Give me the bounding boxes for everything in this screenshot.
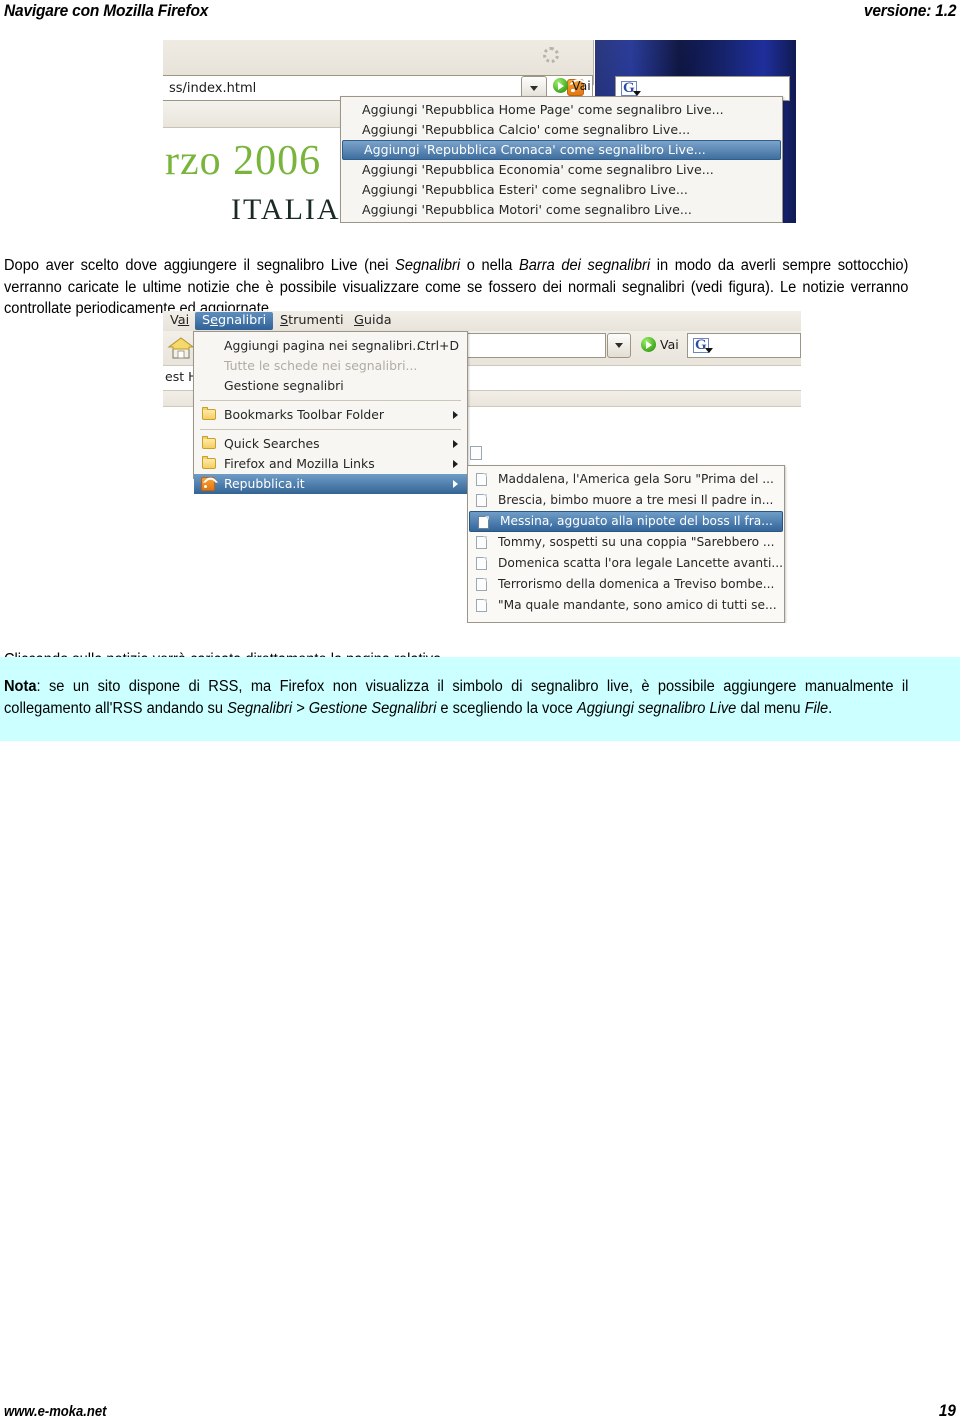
news-item-selected[interactable]: Messina, agguato alla nipote del boss Il… <box>469 511 783 532</box>
go-button[interactable]: Vai <box>553 78 591 93</box>
menu-item-label: Bookmarks Toolbar Folder <box>224 407 385 422</box>
search-box-2[interactable]: G <box>687 333 801 358</box>
address-bar-text: ss/index.html <box>169 80 257 96</box>
menu-item-label: Firefox and Mozilla Links <box>224 456 375 471</box>
chevron-down-icon <box>615 343 623 348</box>
firefox-menubar: Vai Segnalibri Strumenti Guida <box>163 311 801 331</box>
menu-item-bookmark-all-tabs: Tutte le schede nei segnalibri... <box>194 356 467 376</box>
home-icon[interactable] <box>167 335 195 361</box>
menu-item-repubblica-it[interactable]: Repubblica.it <box>194 474 467 494</box>
menu-item-label: Repubblica.it <box>224 476 305 491</box>
chevron-down-icon <box>530 85 538 91</box>
document-title: Navigare con Mozilla Firefox <box>4 2 209 20</box>
news-item-label: Domenica scatta l'ora legale Lancette av… <box>498 556 783 570</box>
menu-item-label: Gestione segnalibri <box>224 378 344 393</box>
menu-item-label: Aggiungi pagina nei segnalibri... <box>224 338 425 353</box>
menubar-item-guida[interactable]: Guida <box>347 312 399 330</box>
document-icon <box>476 599 487 612</box>
note-highlight-block: Nota: se un sito dispone di RSS, ma Fire… <box>0 657 960 741</box>
google-search-icon: G <box>693 337 713 353</box>
loading-spinner-icon <box>543 47 559 63</box>
chevron-right-icon <box>453 440 458 448</box>
go-button-2[interactable]: Vai <box>641 337 679 352</box>
live-bookmark-dropdown-menu[interactable]: Aggiungi 'Repubblica Home Page' come seg… <box>340 96 783 223</box>
note-emphasis-path: Segnalibri > Gestione Segnalibri <box>227 699 437 717</box>
menu-item[interactable]: Aggiungi 'Repubblica Economia' come segn… <box>341 160 782 180</box>
intro-text-2: o nella <box>460 257 520 275</box>
document-icon <box>470 446 482 460</box>
menu-item-shortcut: Ctrl+D <box>417 338 459 353</box>
chevron-right-icon <box>453 460 458 468</box>
menu-item-manage-bookmarks[interactable]: Gestione segnalibri <box>194 376 467 396</box>
menubar-item-segnalibri[interactable]: Segnalibri <box>195 312 274 330</box>
folder-icon <box>202 407 216 420</box>
bookmarks-dropdown-menu[interactable]: Aggiungi pagina nei segnalibri... Ctrl+D… <box>193 331 468 494</box>
news-item-label: Brescia, bimbo muore a tre mesi Il padre… <box>498 493 774 507</box>
document-icon <box>476 536 487 549</box>
go-button-label-2: Vai <box>660 337 679 352</box>
footer-page-number: 19 <box>938 1401 956 1420</box>
news-item[interactable]: Domenica scatta l'ora legale Lancette av… <box>468 553 784 574</box>
rss-icon <box>201 477 215 491</box>
intro-emphasis-barra: Barra dei segnalibri <box>519 257 651 275</box>
news-item[interactable]: Tommy, sospetti su una coppia "Sarebbero… <box>468 532 784 553</box>
document-icon <box>478 516 489 529</box>
screenshot-bookmarks-menu: Vai Segnalibri Strumenti Guida est He Va… <box>163 311 801 623</box>
go-button-label: Vai <box>572 78 591 93</box>
news-item-label: Maddalena, l'America gela Soru "Prima de… <box>498 472 774 486</box>
menu-item-quick-searches[interactable]: Quick Searches <box>194 434 467 454</box>
note-text-2: e scegliendo la voce <box>436 699 577 717</box>
page-header: Navigare con Mozilla Firefox versione: 1… <box>0 0 960 26</box>
menubar-item-vai[interactable]: Vai <box>163 312 196 330</box>
news-item-label: Messina, agguato alla nipote del boss Il… <box>500 514 773 528</box>
document-icon <box>476 557 487 570</box>
document-icon <box>476 494 487 507</box>
page-footer: www.e-moka.net 19 <box>0 1401 960 1421</box>
chevron-right-icon <box>453 411 458 419</box>
news-item[interactable]: Brescia, bimbo muore a tre mesi Il padre… <box>468 490 784 511</box>
folder-icon <box>202 456 216 469</box>
menu-separator <box>200 429 461 430</box>
menu-item-add-bookmark[interactable]: Aggiungi pagina nei segnalibri... Ctrl+D <box>194 336 467 356</box>
menu-item-selected[interactable]: Aggiungi 'Repubblica Cronaca' come segna… <box>342 140 781 160</box>
note-emphasis-file: File <box>804 699 829 717</box>
menu-item[interactable]: Aggiungi 'Repubblica Esteri' come segnal… <box>341 180 782 200</box>
news-item[interactable]: Maddalena, l'America gela Soru "Prima de… <box>468 469 784 490</box>
go-arrow-icon <box>641 337 656 352</box>
menu-item[interactable]: Aggiungi 'Repubblica Motori' come segnal… <box>341 200 782 220</box>
folder-icon <box>202 436 216 449</box>
screenshot-live-bookmark-menu: ss/index.html Vai G rzo 2006 ITALIANI Ag… <box>163 40 796 223</box>
page-heading-green: rzo 2006 <box>165 138 322 184</box>
menu-item-label: Tutte le schede nei segnalibri... <box>224 358 418 373</box>
menu-item-label: Quick Searches <box>224 436 320 451</box>
menubar-item-strumenti[interactable]: Strumenti <box>273 312 351 330</box>
live-bookmark-submenu[interactable]: Maddalena, l'America gela Soru "Prima de… <box>467 465 785 623</box>
menu-separator <box>200 400 461 401</box>
document-version: versione: 1.2 <box>863 2 957 20</box>
news-item-label: Terrorismo della domenica a Treviso bomb… <box>498 577 775 591</box>
news-item[interactable]: Terrorismo della domenica a Treviso bomb… <box>468 574 784 595</box>
go-arrow-icon <box>553 78 568 93</box>
menu-item-firefox-mozilla-links[interactable]: Firefox and Mozilla Links <box>194 454 467 474</box>
google-search-icon: G <box>621 80 641 96</box>
intro-emphasis-segnalibri: Segnalibri <box>395 257 461 275</box>
paragraph-note: Nota: se un sito dispone di RSS, ma Fire… <box>4 676 908 719</box>
news-item[interactable]: "Ma quale mandante, sono amico di tutti … <box>468 595 784 616</box>
address-dropdown-button-2[interactable] <box>607 333 631 358</box>
menu-item[interactable]: Aggiungi 'Repubblica Calcio' come segnal… <box>341 120 782 140</box>
note-label: Nota <box>4 678 37 696</box>
news-item-label: "Ma quale mandante, sono amico di tutti … <box>498 598 777 612</box>
news-item-label: Tommy, sospetti su una coppia "Sarebbero… <box>498 535 775 549</box>
note-emphasis-command: Aggiungi segnalibro Live <box>576 699 737 717</box>
document-icon <box>476 578 487 591</box>
note-text-4: . <box>828 699 833 717</box>
menu-item[interactable]: Aggiungi 'Repubblica Home Page' come seg… <box>341 100 782 120</box>
document-icon <box>476 473 487 486</box>
chevron-right-icon <box>453 480 458 488</box>
intro-text-1: Dopo aver scelto dove aggiungere il segn… <box>4 257 396 275</box>
footer-website: www.e-moka.net <box>4 1404 107 1420</box>
note-text-3: dal menu <box>736 699 805 717</box>
menu-item-bookmarks-toolbar-folder[interactable]: Bookmarks Toolbar Folder <box>194 405 467 425</box>
